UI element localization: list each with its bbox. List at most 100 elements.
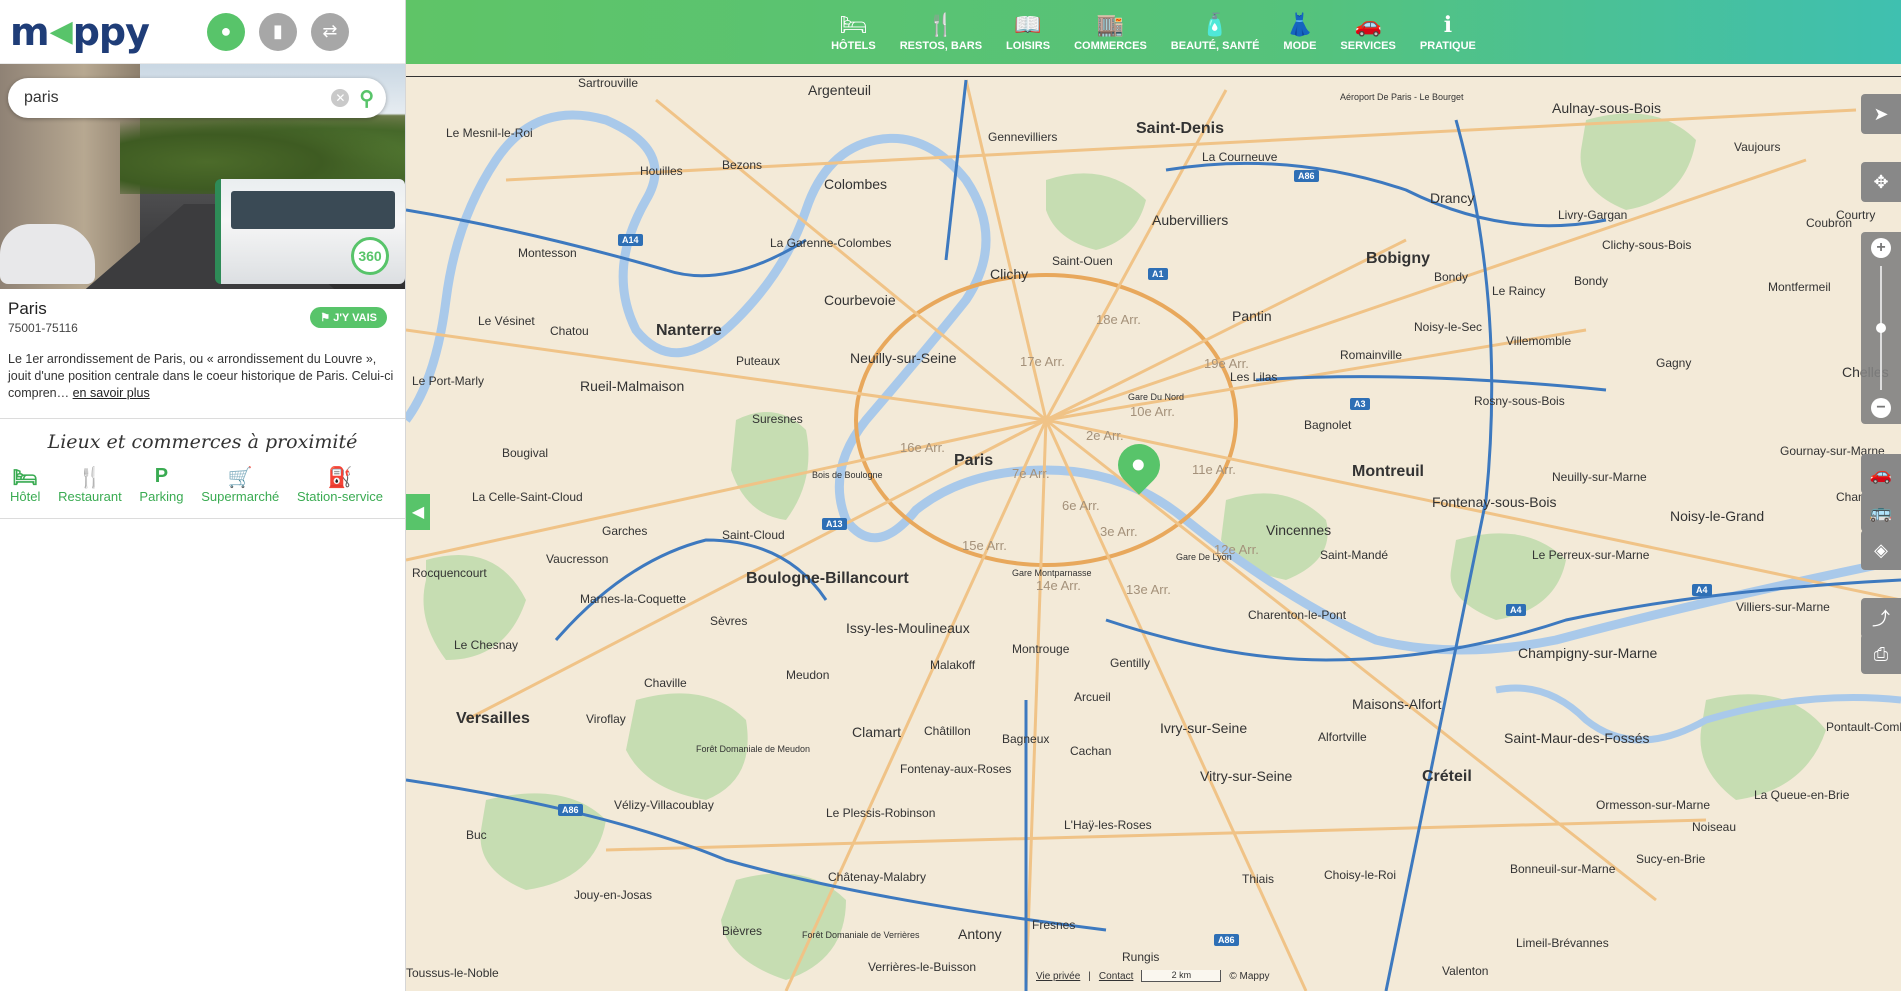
city-label: Romainville (1340, 348, 1403, 362)
nearby-hotel[interactable]: 🛏 Hôtel (10, 465, 40, 504)
city-label: Chatou (550, 324, 589, 338)
place-mode-button[interactable]: ● (206, 12, 245, 51)
city-label: Drancy (1430, 190, 1475, 206)
map-view[interactable]: 🛏 HÔTELS 🍴 RESTOS, BARS 📖 LOISIRS 🏬 COMMERCE… (406, 0, 1901, 991)
category-commerces[interactable]: 🏬 COMMERCES (1062, 0, 1159, 64)
city-label: Les Lilas (1230, 370, 1278, 384)
nearby-fuel-station[interactable]: ⛽ Station-service (297, 465, 383, 504)
city-label: Bezons (722, 158, 763, 172)
info-icon: ℹ (1443, 12, 1453, 37)
city-label: Clichy (990, 266, 1029, 282)
city-label: Gentilly (1110, 656, 1151, 670)
search-bar: ✕ ⚲ (8, 78, 386, 118)
collapse-panel-button[interactable]: ◀ (406, 494, 430, 530)
city-label: Le Raincy (1492, 284, 1546, 298)
station-label: Gare Du Nord (1128, 392, 1185, 402)
route-mode-button[interactable]: ▮ (258, 12, 297, 51)
divider (0, 418, 405, 419)
view-360-button[interactable]: 360 (351, 237, 389, 275)
footer-separator: | (1088, 970, 1091, 982)
share-icon: ⤴ (1872, 609, 1890, 629)
category-restos-bars[interactable]: 🍴 RESTOS, BARS (888, 0, 994, 64)
clear-search-icon[interactable]: ✕ (331, 89, 350, 107)
city-label: Saint-Cloud (722, 528, 785, 542)
search-input[interactable] (24, 89, 332, 107)
park-northeast (1580, 113, 1696, 210)
city-label: Issy-les-Moulineaux (846, 620, 970, 636)
share-button[interactable]: ⤴ (1861, 598, 1901, 638)
category-mode[interactable]: 👗 MODE (1271, 0, 1328, 64)
road-shield: A1 (1148, 268, 1168, 280)
road-shield: A3 (1350, 398, 1370, 410)
city-label: Houilles (640, 164, 683, 178)
city-label: Vitry-sur-Seine (1200, 768, 1293, 784)
wood-label: Forêt Domaniale de Meudon (696, 744, 811, 754)
category-services[interactable]: 🚗 SERVICES (1328, 0, 1407, 64)
city-label: Gagny (1656, 356, 1692, 370)
print-button[interactable]: ⎙ (1861, 634, 1901, 674)
city-label: Colombes (824, 176, 888, 192)
description-text: Le 1er arrondissement de Paris, ou « arr… (8, 352, 394, 400)
bed-icon: 🛏 (839, 12, 868, 37)
category-loisirs[interactable]: 📖 LOISIRS (994, 0, 1062, 64)
nearby-title: Lieux et commerces à proximité (47, 431, 358, 453)
city-label: La Courneuve (1202, 150, 1278, 164)
nearby-label: Supermarché (201, 489, 280, 504)
city-label: Le Perreux-sur-Marne (1532, 548, 1650, 562)
city-label: Bougival (502, 446, 549, 460)
compass-icon: ✥ (1873, 171, 1889, 192)
city-label: Nanterre (656, 322, 722, 339)
transit-button[interactable]: 🚌 (1861, 492, 1901, 532)
city-label: Jouy-en-Josas (574, 888, 653, 902)
signpost-mode-button[interactable]: ⇄ (310, 12, 349, 51)
city-label: Le Vésinet (478, 314, 535, 328)
layer-button[interactable]: ◈ (1861, 530, 1901, 570)
road-shield: A86 (1294, 170, 1319, 182)
nearby-restaurant[interactable]: 🍴 Restaurant (58, 465, 122, 504)
car-icon: 🚗 (1869, 463, 1893, 484)
station-label: Gare De Lyon (1176, 552, 1232, 562)
zoom-out-button[interactable]: − (1871, 398, 1891, 418)
category-hotels[interactable]: 🛏 HÔTELS (819, 0, 888, 64)
city-label: Montrouge (1012, 642, 1070, 656)
city-label: Montreuil (1352, 463, 1424, 480)
city-label: Charenton-le-Pont (1248, 608, 1347, 622)
map-top-line (406, 76, 1901, 77)
nearby-parking[interactable]: P Parking (139, 465, 183, 504)
city-label: Fresnes (1032, 918, 1076, 932)
city-label: Bobigny (1366, 250, 1430, 267)
read-more-link[interactable]: en savoir plus (73, 386, 150, 400)
print-icon: ⎙ (1873, 643, 1889, 664)
location-arrow-icon: ➤ (1873, 103, 1889, 124)
zoom-slider-handle[interactable] (1876, 323, 1886, 333)
city-label: Suresnes (752, 412, 803, 426)
nearby-supermarket[interactable]: 🛒 Supermarché (201, 465, 279, 504)
category-pratique[interactable]: ℹ PRATIQUE (1408, 0, 1488, 64)
city-label: Rosny-sous-Bois (1474, 394, 1565, 408)
map-footer: Vie privée | Contact 2 km © Mappy (1036, 970, 1270, 982)
geolocate-button[interactable]: ➤ (1861, 94, 1901, 134)
category-label: RESTOS, BARS (899, 40, 983, 52)
city-label: Viroflay (586, 712, 626, 726)
go-there-button[interactable]: ⚑ J'Y VAIS (310, 307, 387, 328)
compass-button[interactable]: ✥ (1861, 162, 1901, 202)
city-label: Arcueil (1074, 690, 1111, 704)
city-label: Champigny-sur-Marne (1518, 645, 1658, 661)
bed-icon: 🛏 (12, 467, 38, 489)
logo-text-left: m (10, 9, 50, 54)
copyright-text: © Mappy (1229, 970, 1270, 982)
contact-link[interactable]: Contact (1099, 971, 1133, 982)
city-label: Fontenay-sous-Bois (1432, 494, 1557, 510)
mappy-logo[interactable]: m ◀ ppy (10, 9, 150, 54)
city-label: Antony (958, 926, 1002, 942)
traffic-button[interactable]: 🚗 (1861, 454, 1901, 494)
city-label: Vaujours (1734, 140, 1781, 154)
zoom-in-button[interactable]: + (1871, 238, 1891, 258)
city-label: Paris (954, 452, 994, 469)
privacy-link[interactable]: Vie privée (1036, 971, 1080, 982)
city-label: Vincennes (1266, 522, 1332, 538)
category-beaute-sante[interactable]: 🧴 BEAUTÉ, SANTÉ (1159, 0, 1272, 64)
place-photo[interactable]: ✕ ⚲ 360 (0, 64, 405, 289)
search-icon[interactable]: ⚲ (359, 86, 374, 111)
bottle-icon: 🧴 (1201, 12, 1229, 37)
